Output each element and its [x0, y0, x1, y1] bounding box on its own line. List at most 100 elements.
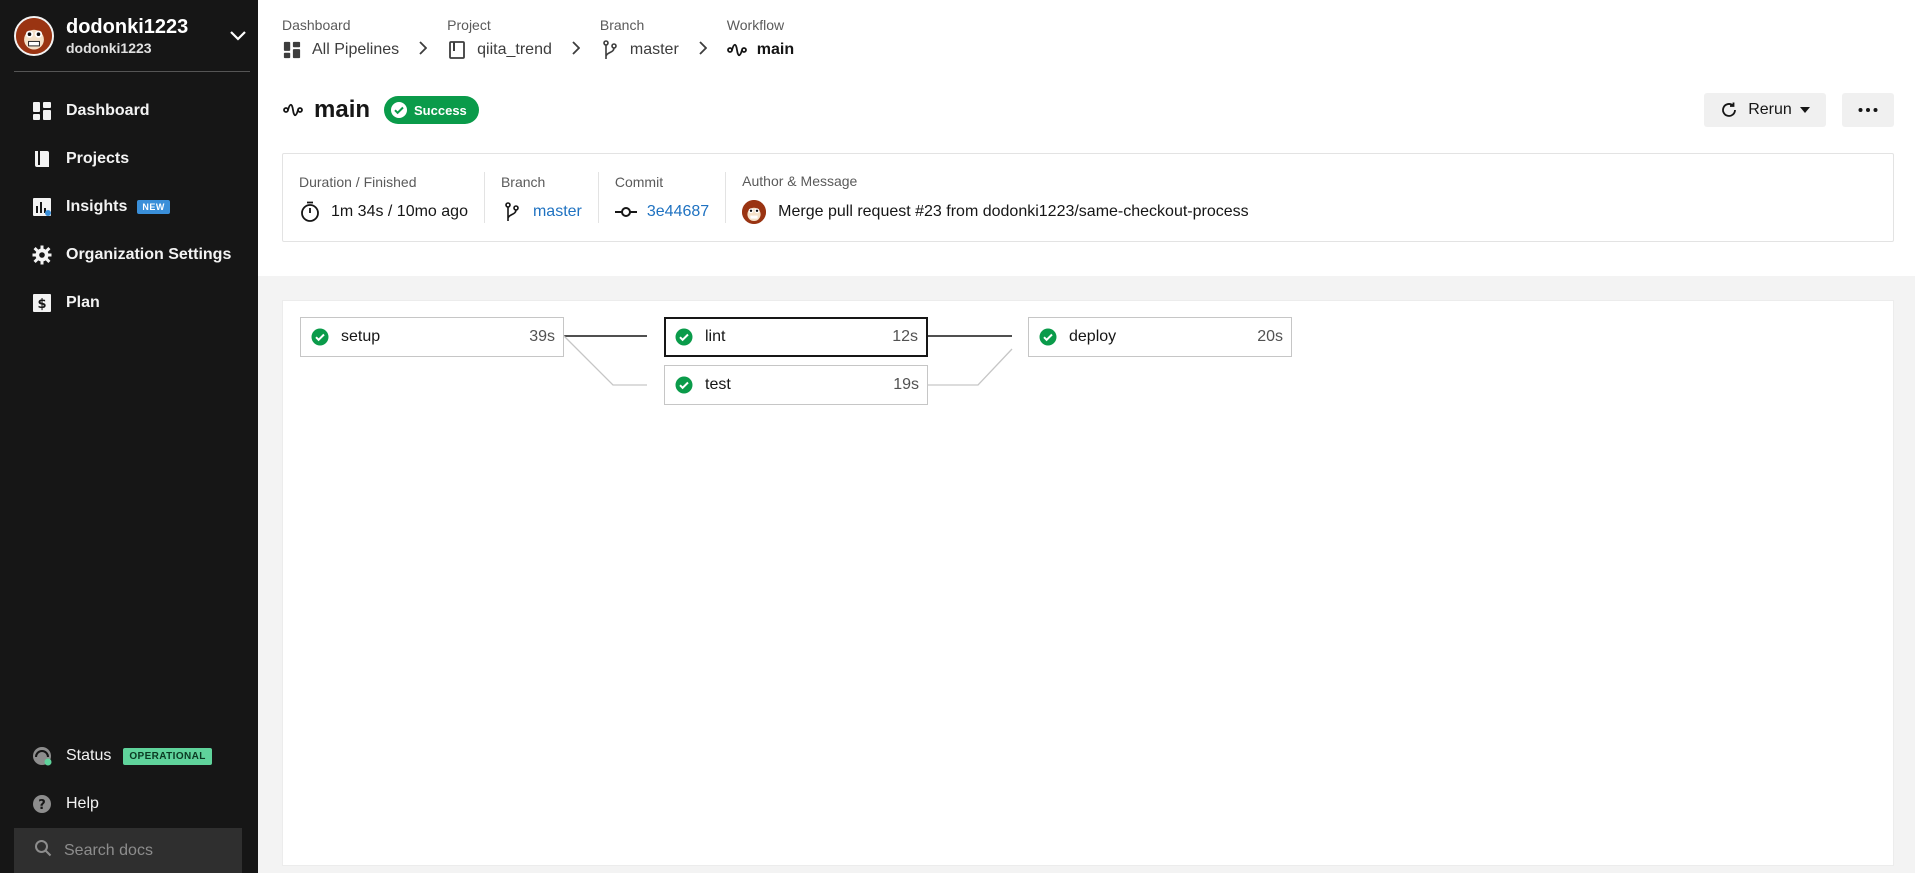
workflow-icon: [726, 40, 747, 60]
job-name: lint: [705, 328, 726, 345]
detail-label: Author & Message: [742, 172, 858, 189]
job-name: setup: [341, 328, 381, 345]
duration-value: 1m 34s / 10mo ago: [331, 202, 468, 220]
sidebar-item-label: Projects: [66, 150, 130, 167]
sidebar-item-plan[interactable]: $ Plan: [0, 279, 258, 327]
workflow-icon: [282, 99, 304, 121]
breadcrumb-branch[interactable]: Branch master: [600, 16, 679, 60]
sidebar-item-status[interactable]: Status OPERATIONAL: [0, 732, 258, 780]
sidebar-item-label: Status: [66, 747, 112, 764]
check-circle-icon: [675, 328, 693, 346]
rerun-button[interactable]: Rerun: [1704, 93, 1826, 127]
breadcrumb-value: master: [629, 41, 679, 58]
projects-icon: [32, 149, 52, 169]
detail-label: Duration / Finished: [299, 173, 417, 190]
detail-commit: Commit 3e44687: [599, 172, 727, 223]
svg-text:$: $: [37, 297, 46, 312]
breadcrumb-dashboard[interactable]: Dashboard All Pipelines: [282, 16, 399, 60]
job-duration: 19s: [893, 376, 919, 393]
dashboard-icon: [32, 101, 52, 121]
sidebar-divider: [14, 71, 250, 72]
breadcrumb-label: Branch: [599, 17, 645, 33]
org-name: dodonki1223: [66, 16, 189, 38]
sidebar-item-label: Insights: [66, 198, 128, 215]
sidebar-nav: Dashboard Projects Insights NEW Organiza…: [0, 87, 258, 327]
gear-icon: [32, 245, 52, 265]
chevron-right-icon: [564, 38, 588, 58]
commit-link[interactable]: 3e44687: [647, 203, 709, 221]
branch-icon: [600, 40, 620, 60]
plan-dollar-icon: $: [32, 293, 52, 313]
breadcrumb-label: Project: [447, 17, 491, 33]
job-name: test: [705, 376, 731, 393]
book-icon: [447, 40, 467, 60]
breadcrumb-value: main: [756, 41, 795, 58]
breadcrumb-value: All Pipelines: [312, 41, 400, 58]
breadcrumb-label: Dashboard: [282, 17, 351, 33]
edge-test-deploy: [928, 348, 1013, 386]
search-input[interactable]: [64, 841, 224, 860]
sidebar-item-insights[interactable]: Insights NEW: [0, 183, 258, 231]
breadcrumb-value: qiita_trend: [477, 41, 552, 58]
status-text: Success: [414, 102, 467, 118]
job-deploy[interactable]: deploy 20s: [1028, 317, 1292, 357]
sidebar-item-label: Plan: [66, 294, 100, 311]
breadcrumb-workflow[interactable]: Workflow main: [727, 16, 794, 60]
commit-icon: [614, 201, 637, 223]
job-name: deploy: [1069, 328, 1117, 345]
stopwatch-icon: [299, 201, 321, 223]
detail-label: Commit: [614, 173, 664, 190]
status-badge: Success: [384, 96, 479, 124]
branch-link[interactable]: master: [533, 203, 582, 221]
detail-label: Branch: [500, 173, 546, 190]
more-actions-button[interactable]: [1842, 93, 1894, 127]
check-circle-icon: [675, 376, 693, 394]
search-docs[interactable]: [14, 828, 242, 873]
org-switcher[interactable]: dodonki1223 dodonki1223: [14, 12, 250, 60]
breadcrumb-project[interactable]: Project qiita_trend: [447, 16, 552, 60]
help-icon: ?: [32, 794, 52, 814]
detail-author-message: Author & Message Merge pull request #23 …: [726, 172, 1264, 224]
job-test[interactable]: test 19s: [664, 365, 928, 405]
commit-message: Merge pull request #23 from dodonki1223/…: [778, 202, 1249, 220]
insights-icon: [32, 197, 52, 217]
refresh-icon: [1722, 102, 1737, 117]
svg-text:?: ?: [38, 798, 46, 813]
breadcrumb: Dashboard All Pipelines Project qiita_tr…: [282, 16, 794, 60]
sidebar-item-dashboard[interactable]: Dashboard: [0, 87, 258, 135]
sidebar-item-help[interactable]: ? Help: [0, 780, 258, 828]
status-icon: [32, 746, 52, 766]
author-avatar: [742, 199, 767, 224]
chevron-down-icon[interactable]: [226, 24, 250, 48]
more-icon: [1858, 108, 1878, 112]
chevron-right-icon: [411, 38, 435, 58]
check-circle-icon: [1039, 328, 1057, 346]
sidebar-item-label: Organization Settings: [66, 246, 232, 263]
caret-down-icon: [1799, 107, 1810, 113]
branch-icon: [501, 201, 523, 223]
rerun-label: Rerun: [1748, 101, 1792, 118]
check-circle-icon: [391, 102, 408, 118]
workflow-graph: setup 39s lint 12s test 19s deploy 20s: [282, 300, 1894, 866]
new-badge: NEW: [137, 200, 170, 214]
breadcrumb-label: Workflow: [726, 17, 785, 33]
job-duration: 12s: [892, 328, 918, 345]
detail-branch: Branch master: [485, 172, 599, 223]
operational-badge: OPERATIONAL: [123, 747, 212, 765]
job-setup[interactable]: setup 39s: [300, 317, 564, 357]
search-icon: [34, 839, 52, 862]
detail-duration: Duration / Finished 1m 34s / 10mo ago: [283, 172, 485, 223]
sidebar-bottom: Status OPERATIONAL ? Help: [0, 732, 258, 828]
sidebar-item-projects[interactable]: Projects: [0, 135, 258, 183]
sidebar-item-organization-settings[interactable]: Organization Settings: [0, 231, 258, 279]
page-title: main: [314, 96, 371, 123]
job-lint[interactable]: lint 12s: [664, 317, 928, 357]
sidebar: dodonki1223 dodonki1223 Dashboard Projec…: [0, 0, 258, 873]
sidebar-item-label: Dashboard: [66, 102, 150, 119]
workflow-details: Duration / Finished 1m 34s / 10mo ago Br…: [282, 153, 1894, 242]
chevron-right-icon: [691, 38, 715, 58]
edge-setup-test: [563, 335, 647, 386]
job-duration: 20s: [1257, 328, 1283, 345]
dashboard-icon: [282, 40, 302, 60]
org-sub: dodonki1223: [66, 40, 152, 56]
